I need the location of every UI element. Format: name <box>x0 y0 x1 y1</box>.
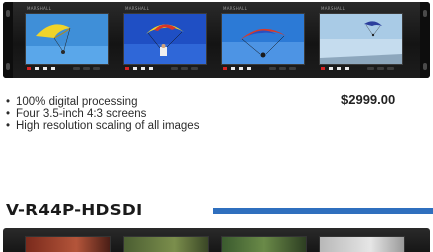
monitor-controls <box>125 67 205 72</box>
status-led <box>51 67 55 70</box>
rack-hole <box>423 10 427 17</box>
status-led <box>223 67 227 70</box>
rack-monitor-image-2 <box>3 228 430 252</box>
monitor-1: MARSHALL <box>23 6 109 74</box>
monitor-screen <box>123 13 207 65</box>
feature-text: 100% digital processing <box>16 96 138 108</box>
status-led <box>337 67 341 70</box>
monitor-4: MARSHALL <box>317 6 403 74</box>
monitor-button <box>191 67 198 70</box>
status-led <box>27 67 31 70</box>
status-led <box>133 67 137 70</box>
status-led <box>125 67 129 70</box>
rack-hole <box>6 10 10 17</box>
parachute-scene <box>222 14 304 64</box>
feature-item: • Four 3.5-inch 4:3 screens <box>6 108 199 120</box>
parachute-scene <box>26 14 108 64</box>
monitor-screen <box>25 236 111 252</box>
monitor-button <box>387 67 394 70</box>
monitor-button <box>171 67 178 70</box>
monitor-button <box>377 67 384 70</box>
bullet: • <box>6 96 11 108</box>
monitor-brand-label: MARSHALL <box>223 6 248 11</box>
product-price: $2999.00 <box>341 92 396 107</box>
feature-list: • 100% digital processing • Four 3.5-inch … <box>6 96 199 132</box>
monitor-button <box>269 67 276 70</box>
status-led <box>247 67 251 70</box>
monitor-controls <box>321 67 401 72</box>
monitor-screen <box>319 236 405 252</box>
status-led <box>149 67 153 70</box>
feature-text: Four 3.5-inch 4:3 screens <box>16 108 147 120</box>
feature-item: • 100% digital processing <box>6 96 199 108</box>
monitor-2: MARSHALL <box>121 6 207 74</box>
rack-hole <box>423 63 427 70</box>
monitor-brand-label: MARSHALL <box>27 6 52 11</box>
monitor-button <box>93 67 100 70</box>
status-led <box>141 67 145 70</box>
rack-monitor-image: MARSHALL MARSHALL MARSHALL MARSHALL <box>3 2 430 78</box>
monitor-screen <box>221 13 305 65</box>
monitor-button <box>289 67 296 70</box>
parachute-scene <box>320 14 402 64</box>
monitor-button <box>73 67 80 70</box>
monitor-button <box>367 67 374 70</box>
monitor-button <box>279 67 286 70</box>
monitor-3: MARSHALL <box>219 6 305 74</box>
bullet: • <box>6 120 11 132</box>
feature-item: • High resolution scaling of all images <box>6 120 199 132</box>
status-led <box>43 67 47 70</box>
monitor-screen <box>221 236 307 252</box>
monitor-brand-label: MARSHALL <box>125 6 150 11</box>
monitor-button <box>181 67 188 70</box>
monitor-brand-label: MARSHALL <box>321 6 346 11</box>
rack-ear-right <box>420 2 430 78</box>
monitor-button <box>83 67 90 70</box>
bullet: • <box>6 108 11 120</box>
feature-text: High resolution scaling of all images <box>16 120 200 132</box>
monitor-screen <box>319 13 403 65</box>
status-led <box>239 67 243 70</box>
model-heading: V-R44P-HDSDI <box>6 201 143 219</box>
status-led <box>329 67 333 70</box>
rack-ear-left <box>3 2 13 78</box>
heading-accent-bar <box>213 208 433 214</box>
monitor-screen <box>123 236 209 252</box>
status-led <box>321 67 325 70</box>
monitor-controls <box>223 67 303 72</box>
parachute-scene <box>124 14 206 64</box>
rack-hole <box>6 63 10 70</box>
status-led <box>35 67 39 70</box>
status-led <box>345 67 349 70</box>
monitor-controls <box>27 67 107 72</box>
status-led <box>231 67 235 70</box>
monitor-screen <box>25 13 109 65</box>
